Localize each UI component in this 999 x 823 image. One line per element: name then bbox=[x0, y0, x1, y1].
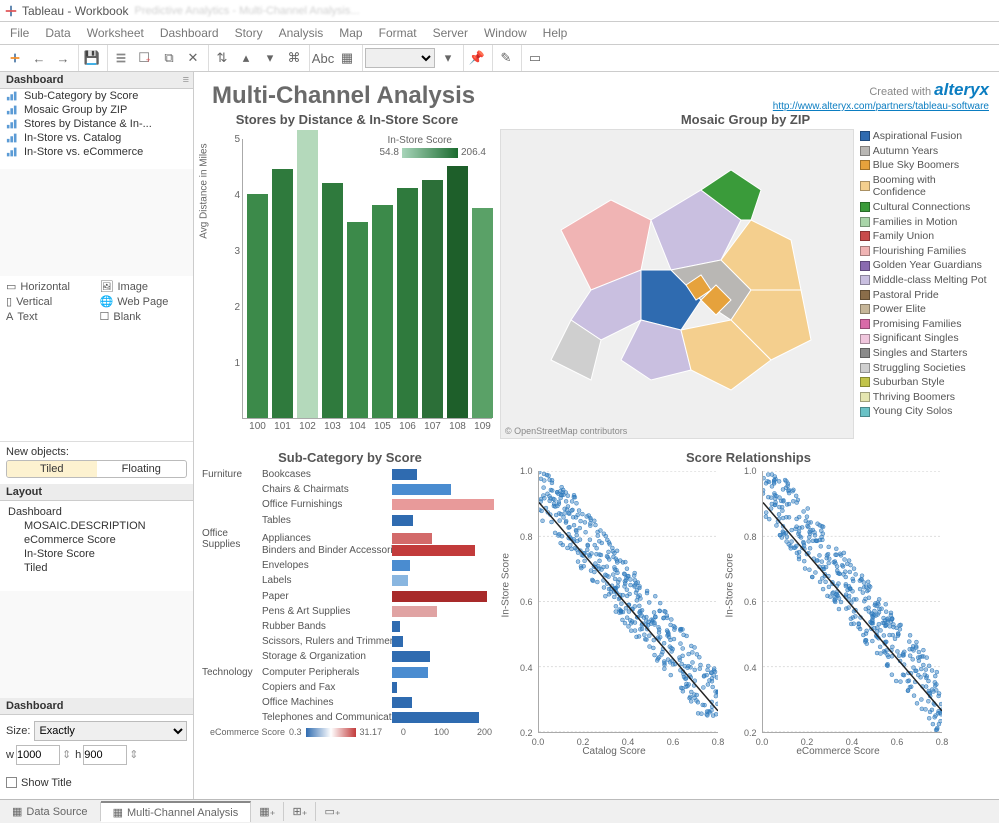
bar-chart-panel: Stores by Distance & In-Store Score 54.8… bbox=[202, 112, 492, 450]
menu-worksheet[interactable]: Worksheet bbox=[79, 24, 152, 42]
tab-data-source[interactable]: ▦ Data Source bbox=[0, 802, 101, 821]
created-with: Created with alteryx http://www.alteryx.… bbox=[773, 80, 989, 112]
new-objects-label: New objects: bbox=[6, 446, 187, 458]
sheet-instore-vs-catalog[interactable]: In-Store vs. Catalog bbox=[0, 131, 193, 145]
choropleth-map[interactable]: © OpenStreetMap contributors bbox=[500, 129, 854, 439]
obj-text[interactable]: A Text bbox=[6, 310, 94, 323]
group-icon[interactable]: ⌘ bbox=[283, 47, 305, 69]
sheet-instore-vs-ecommerce[interactable]: In-Store vs. eCommerce bbox=[0, 145, 193, 159]
obj-vertical[interactable]: ▯ Vertical bbox=[6, 295, 94, 308]
show-title-label: Show Title bbox=[21, 777, 72, 789]
blurred-path: Predictive Analytics - Multi-Channel Ana… bbox=[135, 5, 360, 17]
menu-format[interactable]: Format bbox=[371, 24, 425, 42]
alteryx-link[interactable]: http://www.alteryx.com/partners/tableau-… bbox=[773, 101, 989, 112]
tab-multi-channel[interactable]: ▦ Multi-Channel Analysis bbox=[101, 801, 252, 822]
duplicate-icon[interactable]: ⧉ bbox=[158, 47, 180, 69]
dashboard-panel-head[interactable]: Dashboard≡ bbox=[0, 72, 193, 89]
menu-file[interactable]: File bbox=[2, 24, 37, 42]
layout-tiled[interactable]: Tiled bbox=[6, 561, 187, 575]
menu-window[interactable]: Window bbox=[476, 24, 535, 42]
map-legend: Aspirational FusionAutumn YearsBlue Sky … bbox=[860, 129, 991, 439]
score-relationships-panel: Score Relationships In-Store Score Catal… bbox=[506, 450, 991, 770]
tab-tiled[interactable]: Tiled bbox=[7, 461, 97, 477]
obj-horizontal[interactable]: ▭ Horizontal bbox=[6, 280, 94, 293]
dashboard-props-head[interactable]: Dashboard bbox=[0, 698, 193, 715]
tableau-logo-icon[interactable] bbox=[4, 47, 26, 69]
menu-story[interactable]: Story bbox=[227, 24, 271, 42]
fit-dropdown[interactable] bbox=[365, 48, 435, 68]
sheet-mosaic-group[interactable]: Mosaic Group by ZIP bbox=[0, 103, 193, 117]
pin-icon[interactable]: 📌 bbox=[466, 47, 488, 69]
new-story-tab[interactable]: ▭₊ bbox=[316, 802, 348, 821]
sort-asc-icon[interactable]: ▴ bbox=[235, 47, 257, 69]
size-select[interactable]: Exactly bbox=[34, 721, 187, 741]
map-panel: Mosaic Group by ZIP bbox=[500, 112, 991, 450]
back-button[interactable]: ← bbox=[28, 47, 50, 69]
layout-panel-head[interactable]: Layout bbox=[0, 484, 193, 501]
svg-text:+: + bbox=[146, 55, 151, 64]
tableau-app-icon bbox=[4, 4, 18, 18]
subcat-panel: Sub-Category by Score FurnitureBookcases… bbox=[202, 450, 498, 770]
swap-icon[interactable]: ⇅ bbox=[211, 47, 233, 69]
forward-button[interactable]: → bbox=[52, 47, 74, 69]
save-icon[interactable]: 💾 bbox=[81, 47, 103, 69]
dashboard-objects: ▭ Horizontal 🖼 Image ▯ Vertical 🌐 Web Pa… bbox=[0, 276, 193, 440]
sidebar: Dashboard≡ Sub-Category by Score Mosaic … bbox=[0, 72, 194, 799]
layout-dashboard[interactable]: Dashboard bbox=[6, 505, 187, 519]
menu-data[interactable]: Data bbox=[37, 24, 78, 42]
obj-webpage[interactable]: 🌐 Web Page bbox=[100, 295, 188, 308]
scatter-instore-vs-catalog[interactable]: In-Store Score Catalog Score 0.20.40.60.… bbox=[506, 467, 722, 757]
new-worksheet-tab[interactable]: ▦₊ bbox=[251, 802, 284, 821]
clear-icon[interactable]: ✕ bbox=[182, 47, 204, 69]
dropdown-arrow-icon[interactable]: ▾ bbox=[437, 47, 459, 69]
sort-desc-icon[interactable]: ▾ bbox=[259, 47, 281, 69]
new-datasource-icon[interactable] bbox=[110, 47, 132, 69]
align-icon[interactable]: ▦ bbox=[336, 47, 358, 69]
layout-mosaic[interactable]: MOSAIC.DESCRIPTION bbox=[6, 519, 187, 533]
menu-help[interactable]: Help bbox=[535, 24, 576, 42]
new-worksheet-icon[interactable]: + bbox=[134, 47, 156, 69]
highlight-icon[interactable]: ✎ bbox=[495, 47, 517, 69]
obj-image[interactable]: 🖼 Image bbox=[100, 280, 188, 293]
menu-dashboard[interactable]: Dashboard bbox=[152, 24, 227, 42]
labels-icon[interactable]: Abc bbox=[312, 47, 334, 69]
sheet-list: Sub-Category by Score Mosaic Group by ZI… bbox=[0, 89, 193, 169]
presentation-icon[interactable]: ▭ bbox=[524, 47, 546, 69]
show-title-checkbox[interactable] bbox=[6, 777, 17, 788]
doc-name: Workbook bbox=[75, 4, 129, 18]
dashboard-canvas: Multi-Channel Analysis Created with alte… bbox=[194, 72, 999, 799]
sheet-subcategory-by-score[interactable]: Sub-Category by Score bbox=[0, 89, 193, 103]
height-input[interactable] bbox=[83, 745, 127, 765]
menubar: File Data Worksheet Dashboard Story Anal… bbox=[0, 22, 999, 44]
layout-ecommerce[interactable]: eCommerce Score bbox=[6, 533, 187, 547]
width-input[interactable] bbox=[16, 745, 60, 765]
obj-blank[interactable]: ☐ Blank bbox=[100, 310, 188, 323]
layout-items: Dashboard MOSAIC.DESCRIPTION eCommerce S… bbox=[0, 501, 193, 591]
menu-map[interactable]: Map bbox=[331, 24, 370, 42]
menu-analysis[interactable]: Analysis bbox=[271, 24, 332, 42]
toolbar: ← → 💾 + ⧉ ✕ ⇅ ▴ ▾ ⌘ Abc ▦ ▾ 📌 ✎ ▭ bbox=[0, 44, 999, 72]
expand-icon[interactable]: ≡ bbox=[183, 74, 189, 86]
tab-floating[interactable]: Floating bbox=[97, 461, 187, 477]
footer-tabs: ▦ Data Source ▦ Multi-Channel Analysis ▦… bbox=[0, 799, 999, 823]
new-dashboard-tab[interactable]: ⊞₊ bbox=[284, 802, 316, 821]
scatter-instore-vs-ecommerce[interactable]: In-Store Score eCommerce Score 0.20.40.6… bbox=[730, 467, 946, 757]
menu-server[interactable]: Server bbox=[425, 24, 476, 42]
layout-instore[interactable]: In-Store Score bbox=[6, 547, 187, 561]
window-titlebar: Tableau - Workbook Predictive Analytics … bbox=[0, 0, 999, 22]
app-name: Tableau bbox=[22, 4, 64, 18]
sheet-stores-by-distance[interactable]: Stores by Distance & In-... bbox=[0, 117, 193, 131]
size-label: Size: bbox=[6, 725, 30, 737]
